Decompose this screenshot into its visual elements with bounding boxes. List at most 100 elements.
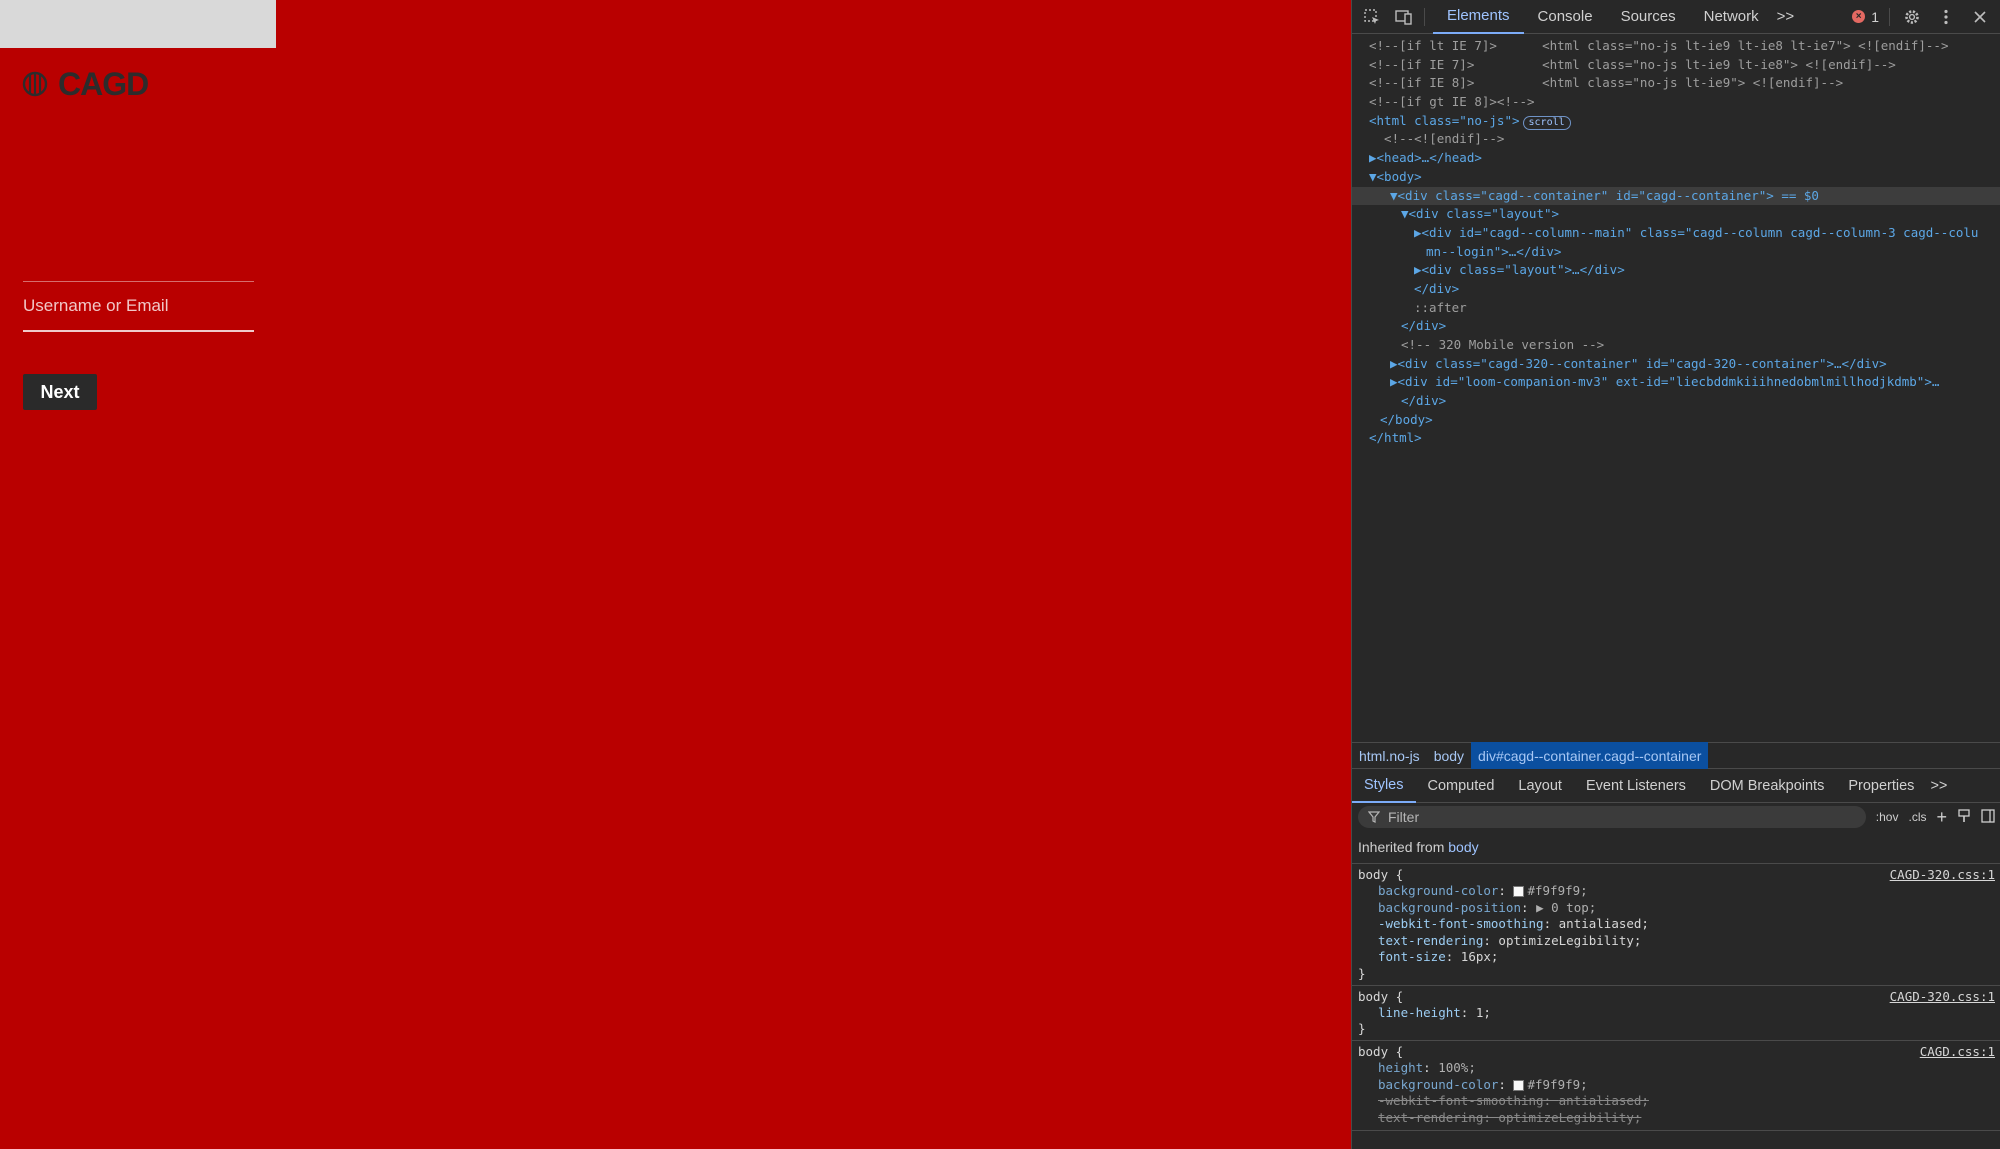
css-declaration[interactable]: line-height: 1; — [1358, 1005, 1995, 1022]
color-swatch-icon[interactable] — [1513, 886, 1525, 897]
dom-line[interactable]: </div> — [1352, 392, 2000, 411]
dom-line-html[interactable]: <html class="no-js"> scroll — [1352, 112, 2000, 131]
dom-line[interactable]: <!--<![endif]--> — [1352, 130, 2000, 149]
tab-computed[interactable]: Computed — [1416, 769, 1507, 803]
close-icon[interactable] — [1968, 5, 1992, 29]
device-toolbar-icon[interactable] — [1392, 5, 1416, 29]
filter-tools: :hov .cls + — [1866, 807, 1995, 828]
dom-tree: <!--[if lt IE 7]> <html class="no-js lt-… — [1352, 34, 2000, 742]
prop-value: 1; — [1475, 1004, 1491, 1020]
tab-event-listeners[interactable]: Event Listeners — [1574, 769, 1698, 803]
logo-text: CAGD — [58, 65, 149, 102]
prop-value: optimizeLegibility; — [1498, 932, 1642, 948]
dom-line[interactable]: ▼<div class="layout"> — [1352, 205, 2000, 224]
styles-subtabs: Styles Computed Layout Event Listeners D… — [1352, 769, 2000, 803]
prop-name: font-size — [1378, 949, 1446, 964]
paint-icon[interactable] — [1957, 808, 1971, 826]
tab-network[interactable]: Network — [1690, 0, 1773, 34]
css-declaration[interactable]: font-size: 16px; — [1358, 949, 1995, 966]
tab-elements[interactable]: Elements — [1433, 0, 1524, 34]
filter-placeholder: Filter — [1388, 809, 1420, 825]
toolbar-divider-2 — [1889, 7, 1890, 26]
devtools-toolbar: Elements Console Sources Network >> × 1 — [1352, 0, 2000, 34]
dom-line[interactable]: </div> — [1352, 317, 2000, 336]
dom-line-head[interactable]: ▶<head>…</head> — [1352, 149, 2000, 168]
dom-line[interactable]: </html> — [1352, 429, 2000, 448]
css-declaration[interactable]: height: 100%; — [1358, 1060, 1995, 1077]
color-swatch-icon[interactable] — [1513, 1079, 1525, 1091]
prop-value: #f9f9f9; — [1527, 883, 1588, 898]
rule-source[interactable]: CAGD-320.css:1 — [1890, 866, 1995, 883]
dom-line[interactable]: </div> — [1352, 280, 2000, 299]
dom-line-text: <html class="no-js"> — [1369, 112, 1520, 128]
rule-selector[interactable]: body { — [1358, 1043, 1403, 1060]
css-declaration[interactable]: text-rendering: optimizeLegibility; — [1358, 933, 1995, 950]
dom-line[interactable]: <!--[if lt IE 7]> <html class="no-js lt-… — [1352, 37, 2000, 56]
filter-icon — [1368, 811, 1380, 823]
inspect-element-icon[interactable] — [1360, 5, 1384, 29]
tab-styles[interactable]: Styles — [1352, 769, 1416, 803]
css-rule: body { CAGD-320.css:1 line-height: 1; } — [1352, 986, 2000, 1041]
prop-value: optimizeLegibility; — [1498, 1109, 1642, 1125]
dom-line[interactable]: ▶<div class="layout">…</div> — [1352, 261, 2000, 280]
more-options-icon[interactable] — [1934, 5, 1958, 29]
rule-source[interactable]: CAGD.css:1 — [1920, 1043, 1995, 1060]
dom-line[interactable]: <!--[if IE 8]> <html class="no-js lt-ie9… — [1352, 74, 2000, 93]
dom-line[interactable]: mn--login">…</div> — [1352, 243, 2000, 262]
css-declaration[interactable]: background-color: #f9f9f9; — [1358, 883, 1995, 900]
filter-input[interactable]: Filter — [1358, 806, 1866, 828]
dom-line[interactable]: ▶<div id="cagd--column--main" class="cag… — [1352, 224, 2000, 243]
css-declaration[interactable]: -webkit-font-smoothing: antialiased; — [1358, 916, 1995, 933]
more-subtabs-button[interactable]: >> — [1926, 769, 1951, 803]
dom-line[interactable]: ▶<div id="loom-companion-mv3" ext-id="li… — [1352, 373, 2000, 392]
username-input[interactable] — [23, 282, 254, 330]
dom-line[interactable]: </body> — [1352, 411, 2000, 430]
breadcrumb-item[interactable]: body — [1427, 742, 1471, 769]
logo[interactable]: CAGD — [22, 64, 149, 104]
prop-value: #f9f9f9; — [1527, 1076, 1588, 1092]
rule-selector[interactable]: body { — [1358, 988, 1403, 1005]
rule-selector[interactable]: body { — [1358, 866, 1403, 883]
top-gray-bar — [0, 0, 276, 48]
tab-console[interactable]: Console — [1524, 0, 1607, 34]
inherited-link[interactable]: body — [1448, 839, 1478, 855]
dom-line[interactable]: ::after — [1352, 299, 2000, 318]
web-page: CAGD Next — [0, 0, 1351, 1149]
dom-line-body[interactable]: ▼<body> — [1352, 168, 2000, 187]
breadcrumb-item-active[interactable]: div#cagd--container.cagd--container — [1471, 742, 1709, 769]
prop-name: text-rendering — [1378, 932, 1484, 948]
next-button[interactable]: Next — [23, 374, 97, 410]
tab-dom-breakpoints[interactable]: DOM Breakpoints — [1698, 769, 1836, 803]
rule-source[interactable]: CAGD-320.css:1 — [1890, 988, 1995, 1005]
styles-pane: Inherited from body body { CAGD-320.css:… — [1352, 831, 2000, 1149]
css-declaration[interactable]: background-position: ▶ 0 top; — [1358, 900, 1995, 917]
filter-row: Filter :hov .cls + — [1352, 803, 2000, 831]
settings-gear-icon[interactable] — [1900, 5, 1924, 29]
scroll-badge[interactable]: scroll — [1522, 115, 1571, 130]
dom-line[interactable]: <!-- 320 Mobile version --> — [1352, 336, 2000, 355]
rule-close-brace: } — [1358, 1021, 1366, 1036]
dom-line[interactable]: <!--[if IE 7]> <html class="no-js lt-ie9… — [1352, 56, 2000, 75]
dom-line[interactable]: ▶<div class="cagd-320--container" id="ca… — [1352, 355, 2000, 374]
breadcrumb-item[interactable]: html.no-js — [1352, 742, 1427, 769]
prop-name: background-color — [1378, 1076, 1499, 1092]
more-tabs-button[interactable]: >> — [1773, 0, 1799, 34]
devtools-panel: Elements Console Sources Network >> × 1 … — [1351, 0, 2000, 1149]
sidebar-toggle-icon[interactable] — [1981, 808, 1995, 826]
cls-toggle[interactable]: .cls — [1908, 810, 1926, 824]
hov-toggle[interactable]: :hov — [1876, 810, 1899, 824]
tab-properties[interactable]: Properties — [1836, 769, 1926, 803]
error-icon: × — [1852, 10, 1866, 23]
inherited-label: Inherited from — [1358, 839, 1445, 855]
inherited-header: Inherited from body — [1352, 831, 2000, 864]
tab-layout[interactable]: Layout — [1506, 769, 1574, 803]
css-declaration[interactable]: background-color: #f9f9f9; — [1358, 1077, 1995, 1094]
error-count-badge[interactable]: × 1 — [1852, 9, 1879, 25]
dom-line[interactable]: <!--[if gt IE 8]><!--> — [1352, 93, 2000, 112]
tab-sources[interactable]: Sources — [1607, 0, 1690, 34]
css-declaration-overridden[interactable]: -webkit-font-smoothing: antialiased; — [1358, 1093, 1995, 1110]
prop-value: 16px; — [1460, 949, 1499, 964]
css-declaration-overridden[interactable]: text-rendering: optimizeLegibility; — [1358, 1110, 1995, 1127]
add-rule-icon[interactable]: + — [1936, 807, 1947, 828]
dom-line-selected[interactable]: ▼<div class="cagd--container" id="cagd--… — [1352, 186, 2000, 206]
